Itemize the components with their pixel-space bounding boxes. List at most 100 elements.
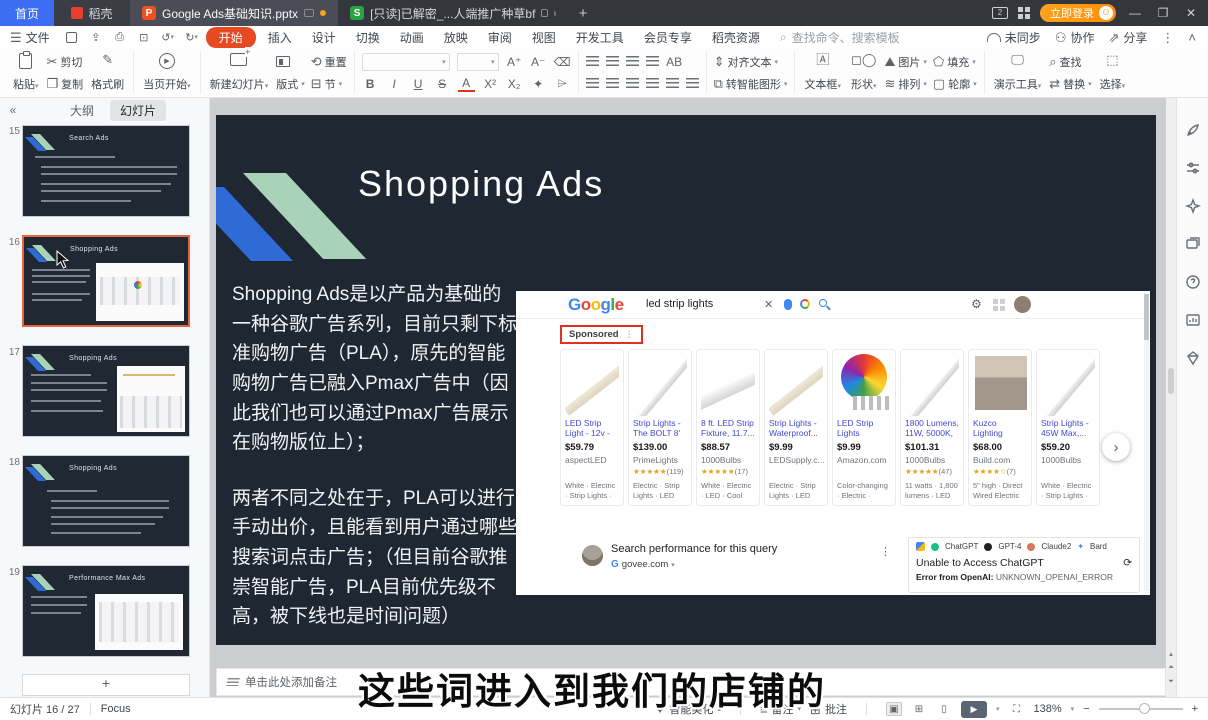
line-spacing-icon[interactable] [686,78,699,89]
zoom-in-icon[interactable]: + [1192,703,1198,715]
menu-item-home[interactable]: 开始 [206,27,256,48]
decrease-font-icon[interactable]: A⁻ [530,55,547,69]
align-right-icon[interactable] [626,78,639,89]
slide-16[interactable]: Shopping Ads Shopping Ads是以产品为基础的一种谷歌广告系… [216,115,1156,645]
format-painter-button[interactable]: ✎ 格式刷 [89,51,126,94]
new-slide-button[interactable]: 新建幻灯片▾ [208,51,271,94]
google-screenshot-image[interactable]: Google led strip lights ✕ ⚙ Sponsored ⋮ [516,291,1150,595]
menu-item-devtools[interactable]: 开发工具 [566,28,634,47]
menu-item-insert[interactable]: 插入 [258,28,302,47]
menu-item-design[interactable]: 设计 [302,28,346,47]
zoom-options-icon[interactable]: ▾ [1071,705,1075,713]
distribute-icon[interactable] [666,78,679,89]
normal-view-icon[interactable]: ▣ [886,702,902,716]
premium-badge-icon[interactable] [1185,350,1201,366]
justify-icon[interactable] [646,78,659,89]
align-left-icon[interactable] [586,78,599,89]
increase-font-icon[interactable]: A⁺ [506,55,523,69]
slideshow-play-button[interactable]: ▶ [961,701,987,718]
menu-item-animation[interactable]: 动画 [390,28,434,47]
minimize-button[interactable]: — [1126,6,1144,20]
numbered-list-icon[interactable] [606,56,619,67]
slide-library-icon[interactable] [1185,236,1201,252]
section-button[interactable]: ⊟节▾ [311,75,347,92]
layout-icon-button[interactable] [276,53,305,70]
rocket-icon[interactable] [1185,122,1201,138]
tab-docer[interactable]: 稻壳 [54,0,130,26]
slide-thumbnail-15[interactable]: Search Ads [22,125,190,217]
increase-indent-icon[interactable] [646,56,659,67]
tabs-overview-icon[interactable]: 2 [992,7,1008,19]
canvas-scrollbar[interactable]: ▴ ⏶ ⏷ [1166,98,1176,697]
play-from-current-button[interactable]: ▶ 当页开始▾ [141,51,193,94]
select-button[interactable]: ⬚ 选择▾ [1098,51,1128,94]
outline-button[interactable]: ▢轮廓▾ [933,75,977,92]
align-text-button[interactable]: ⇕对齐文本▾ [714,53,788,70]
print-icon[interactable]: ⎙ [112,30,128,44]
copy-button[interactable]: ❐复制 [47,75,84,92]
scrollbar-thumb[interactable] [1168,368,1174,394]
text-direction-icon[interactable]: AB [666,55,683,69]
fill-button[interactable]: ⬠填充▾ [933,53,977,70]
paste-button[interactable]: 粘贴▾ [11,51,41,94]
sync-status[interactable]: 未同步 [987,29,1041,46]
menu-item-slideshow[interactable]: 放映 [434,28,478,47]
save-icon[interactable] [64,30,80,44]
help-icon[interactable] [1185,274,1201,290]
zoom-level[interactable]: 138% [1033,703,1061,715]
decrease-indent-icon[interactable] [626,56,639,67]
fit-slide-icon[interactable]: ⛶ [1008,702,1024,716]
file-menu[interactable]: ☰ 文件 [0,29,60,46]
focus-mode-label[interactable]: Focus [101,703,131,715]
collapse-ribbon-icon[interactable]: ˄ [1188,31,1196,44]
close-button[interactable]: ✕ [1182,6,1200,20]
add-slide-button[interactable]: + [22,674,190,696]
shapes-button[interactable]: ◻◯ 形状▾ [849,51,879,94]
clear-format-icon[interactable]: ⌫ [554,55,571,69]
play-options-icon[interactable]: ▾ [996,705,1000,713]
prev-slide-icon[interactable]: ⏶ [1166,664,1176,672]
text-effects-icon[interactable]: ✦ [530,77,547,91]
preview-icon[interactable]: ⊡ [136,30,152,44]
layout-button[interactable]: 版式▾ [276,75,305,92]
next-slide-icon[interactable]: ⏷ [1166,678,1176,686]
redo-icon[interactable]: ↻▾ [184,30,200,44]
tab-outline[interactable]: 大纲 [60,100,104,121]
font-size-select[interactable]: ▾ [457,53,499,71]
text-box-button[interactable]: 🄰 文本框▾ [802,51,843,94]
slide-thumbnail-17[interactable]: Shopping Ads [22,345,190,437]
subscript-button[interactable]: X₂ [506,77,523,91]
slide-thumbnail-18[interactable]: Shopping Ads [22,455,190,547]
new-tab-button[interactable]: + [568,0,598,26]
underline-button[interactable]: U [410,77,427,91]
highlight-icon[interactable]: ⌲ [554,76,571,91]
zoom-out-icon[interactable]: − [1083,703,1089,715]
reading-view-icon[interactable]: ▯ [936,702,952,716]
share-button[interactable]: ⇗分享 [1108,29,1147,46]
picture-button[interactable]: ⛰图片▾ [884,53,926,70]
strikethrough-button[interactable]: S [434,77,451,91]
cut-button[interactable]: ✂剪切 [47,53,84,70]
export-icon[interactable]: ⇪ [88,30,104,44]
slide-thumbnail-16-selected[interactable]: Shopping Ads [22,235,190,327]
menu-item-member[interactable]: 会员专享 [634,28,702,47]
font-family-select[interactable]: ▾ [362,53,450,71]
replace-button[interactable]: ⇄替换▾ [1049,75,1091,92]
menu-item-docer-resources[interactable]: 稻壳资源 [702,28,770,47]
undo-icon[interactable]: ↺▾ [160,30,176,44]
slide-title[interactable]: Shopping Ads [358,163,604,205]
slide-sorter-view-icon[interactable]: ⊞ [911,702,927,716]
tab-slides[interactable]: 幻灯片 [110,100,166,121]
collaborate-button[interactable]: ⚇协作 [1055,29,1095,46]
tab-document-presentation[interactable]: P Google Ads基础知识.pptx [130,0,338,26]
slide-thumbnail-19[interactable]: Performance Max Ads [22,565,190,657]
beautify-star-icon[interactable] [1185,198,1201,214]
command-search[interactable]: ⌕ 查找命令、搜索模板 [780,29,900,46]
menu-item-view[interactable]: 视图 [522,28,566,47]
italic-button[interactable]: I [386,77,403,91]
menu-item-review[interactable]: 审阅 [478,28,522,47]
more-icon[interactable]: ⋮ [1161,31,1174,44]
properties-sliders-icon[interactable] [1185,160,1201,176]
arrange-button[interactable]: ≋排列▾ [884,75,926,92]
scroll-up-icon[interactable]: ▴ [1166,650,1176,658]
